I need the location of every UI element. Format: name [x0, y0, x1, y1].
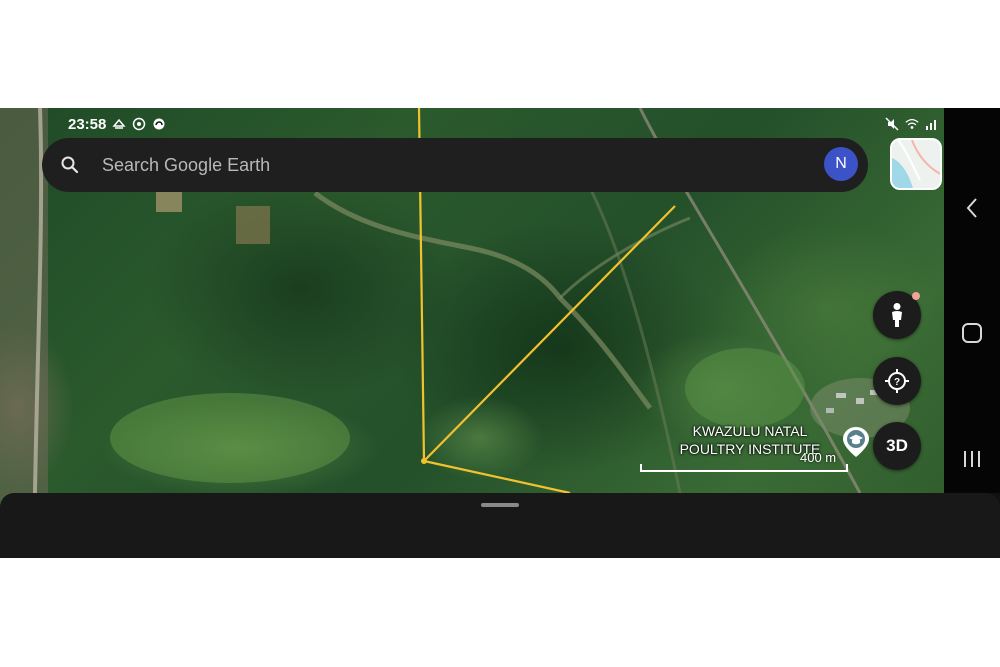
- home-icon: [962, 323, 982, 343]
- scale-bar: [640, 464, 848, 472]
- sheet-drag-handle[interactable]: [481, 503, 519, 507]
- notification-dot: [912, 292, 920, 300]
- signal-icon: [925, 117, 939, 131]
- bottom-sheet[interactable]: [0, 493, 1000, 558]
- sync-icon: [132, 117, 146, 131]
- recents-button[interactable]: [958, 445, 986, 473]
- scale-label: 400 m: [800, 450, 837, 465]
- system-navigation-bar: [944, 108, 1000, 493]
- locate-button[interactable]: ?: [873, 357, 921, 405]
- school-place-icon[interactable]: [842, 426, 870, 458]
- search-icon[interactable]: [60, 155, 80, 175]
- map-thumbnail[interactable]: [890, 138, 942, 190]
- wifi-icon: [905, 117, 919, 131]
- street-view-button[interactable]: [873, 291, 921, 339]
- avatar[interactable]: N: [824, 147, 858, 181]
- recents-icon: [964, 451, 980, 467]
- status-bar-left: 23:58: [68, 114, 166, 134]
- back-icon: [966, 198, 977, 218]
- mute-icon: [885, 117, 899, 131]
- search-bar[interactable]: N: [42, 138, 868, 192]
- home-button[interactable]: [958, 319, 986, 347]
- search-input[interactable]: [102, 150, 802, 180]
- locate-icon: ?: [885, 369, 909, 393]
- svg-text:?: ?: [894, 377, 900, 388]
- back-button[interactable]: [958, 194, 986, 222]
- place-label-line1: KWAZULU NATAL: [692, 423, 808, 439]
- status-time: 23:58: [68, 115, 107, 133]
- phone-screen: 23:58 85 N: [0, 108, 1000, 558]
- notification-icon: [112, 117, 126, 131]
- edge-icon: [152, 117, 166, 131]
- toggle-3d-button[interactable]: 3D: [873, 422, 921, 470]
- pegman-icon: [892, 303, 902, 327]
